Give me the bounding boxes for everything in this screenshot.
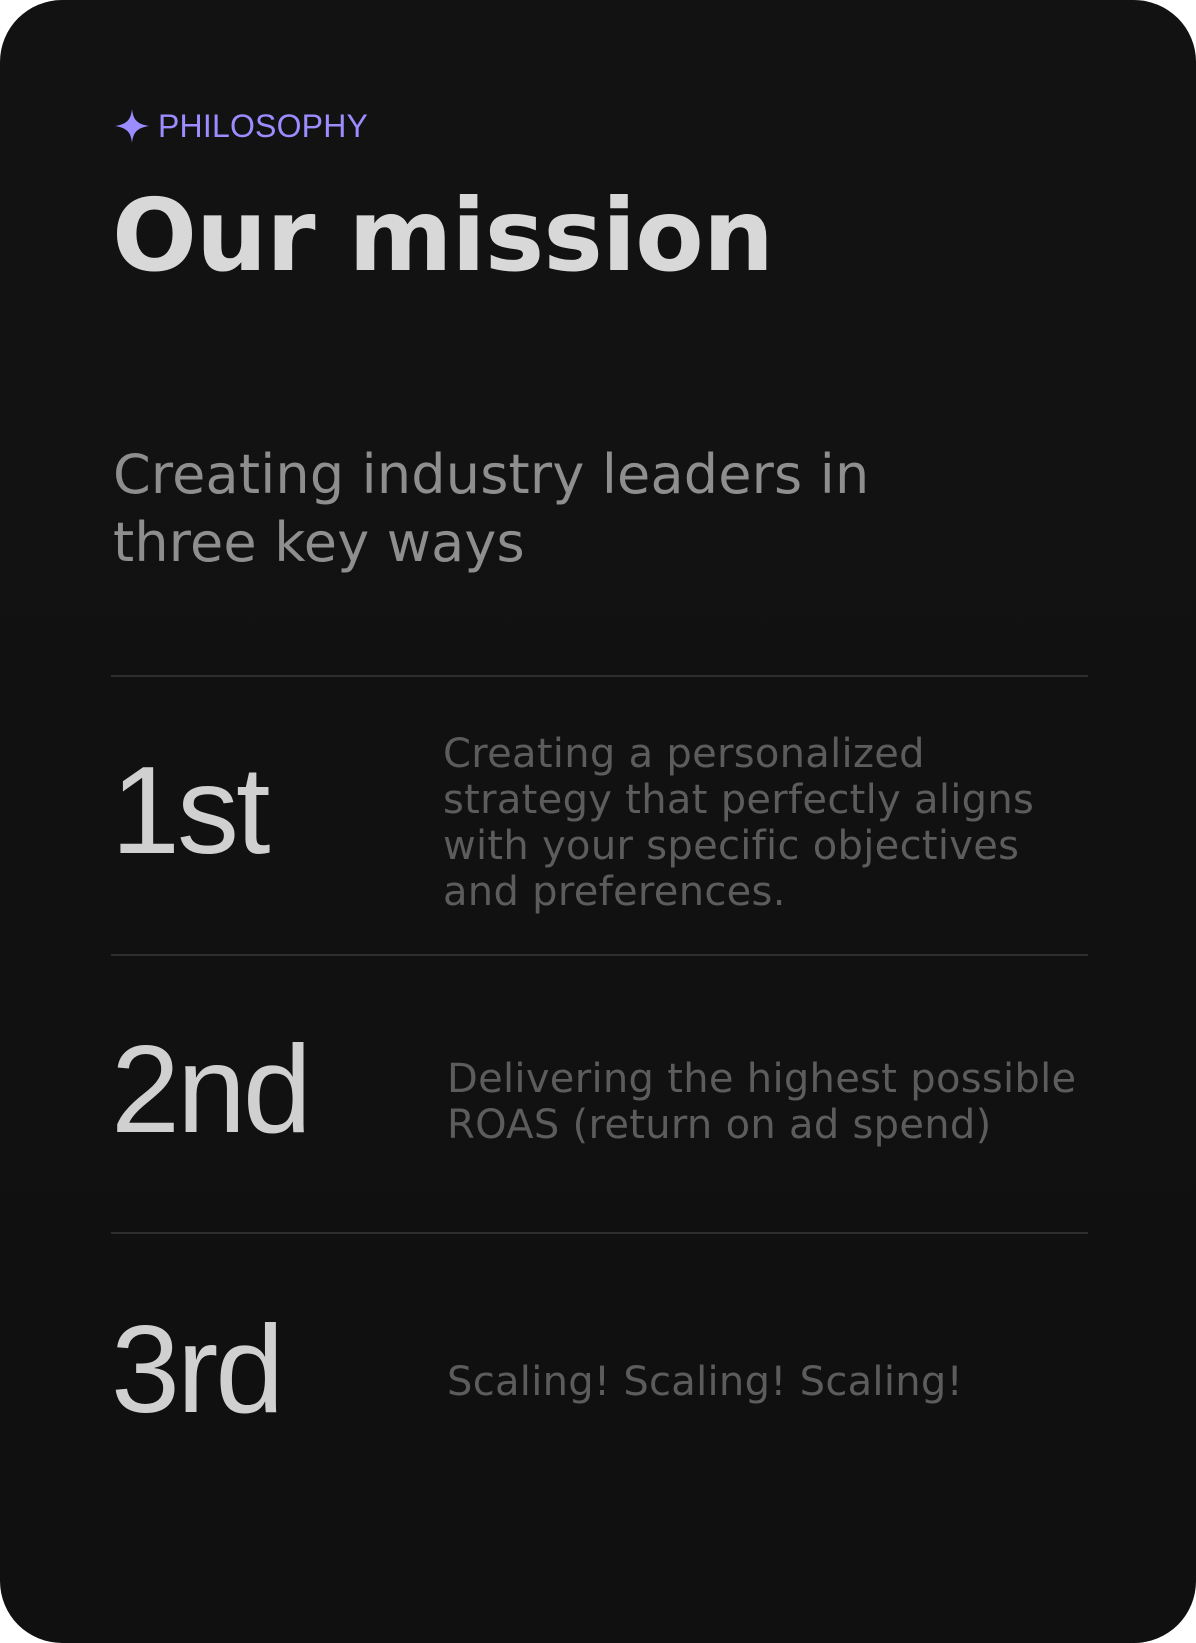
divider xyxy=(111,954,1088,956)
item-description: Scaling! Scaling! Scaling! xyxy=(447,1359,963,1405)
page-title: Our mission xyxy=(112,177,774,294)
item-description: Delivering the highest possible ROAS (re… xyxy=(447,1056,1077,1148)
mission-card: PHILOSOPHY Our mission Creating industry… xyxy=(0,0,1196,1643)
sparkle-icon xyxy=(114,108,150,144)
section-subtitle: Creating industry leaders in three key w… xyxy=(113,443,870,574)
ordinal-label: 2nd xyxy=(111,1021,312,1159)
divider xyxy=(111,675,1088,677)
eyebrow-label: PHILOSOPHY xyxy=(158,108,369,144)
item-description: Creating a personalized strategy that pe… xyxy=(443,731,1035,915)
section-eyebrow: PHILOSOPHY xyxy=(114,104,368,148)
ordinal-label: 1st xyxy=(111,742,270,880)
ordinal-label: 3rd xyxy=(111,1301,284,1439)
divider xyxy=(111,1232,1088,1234)
